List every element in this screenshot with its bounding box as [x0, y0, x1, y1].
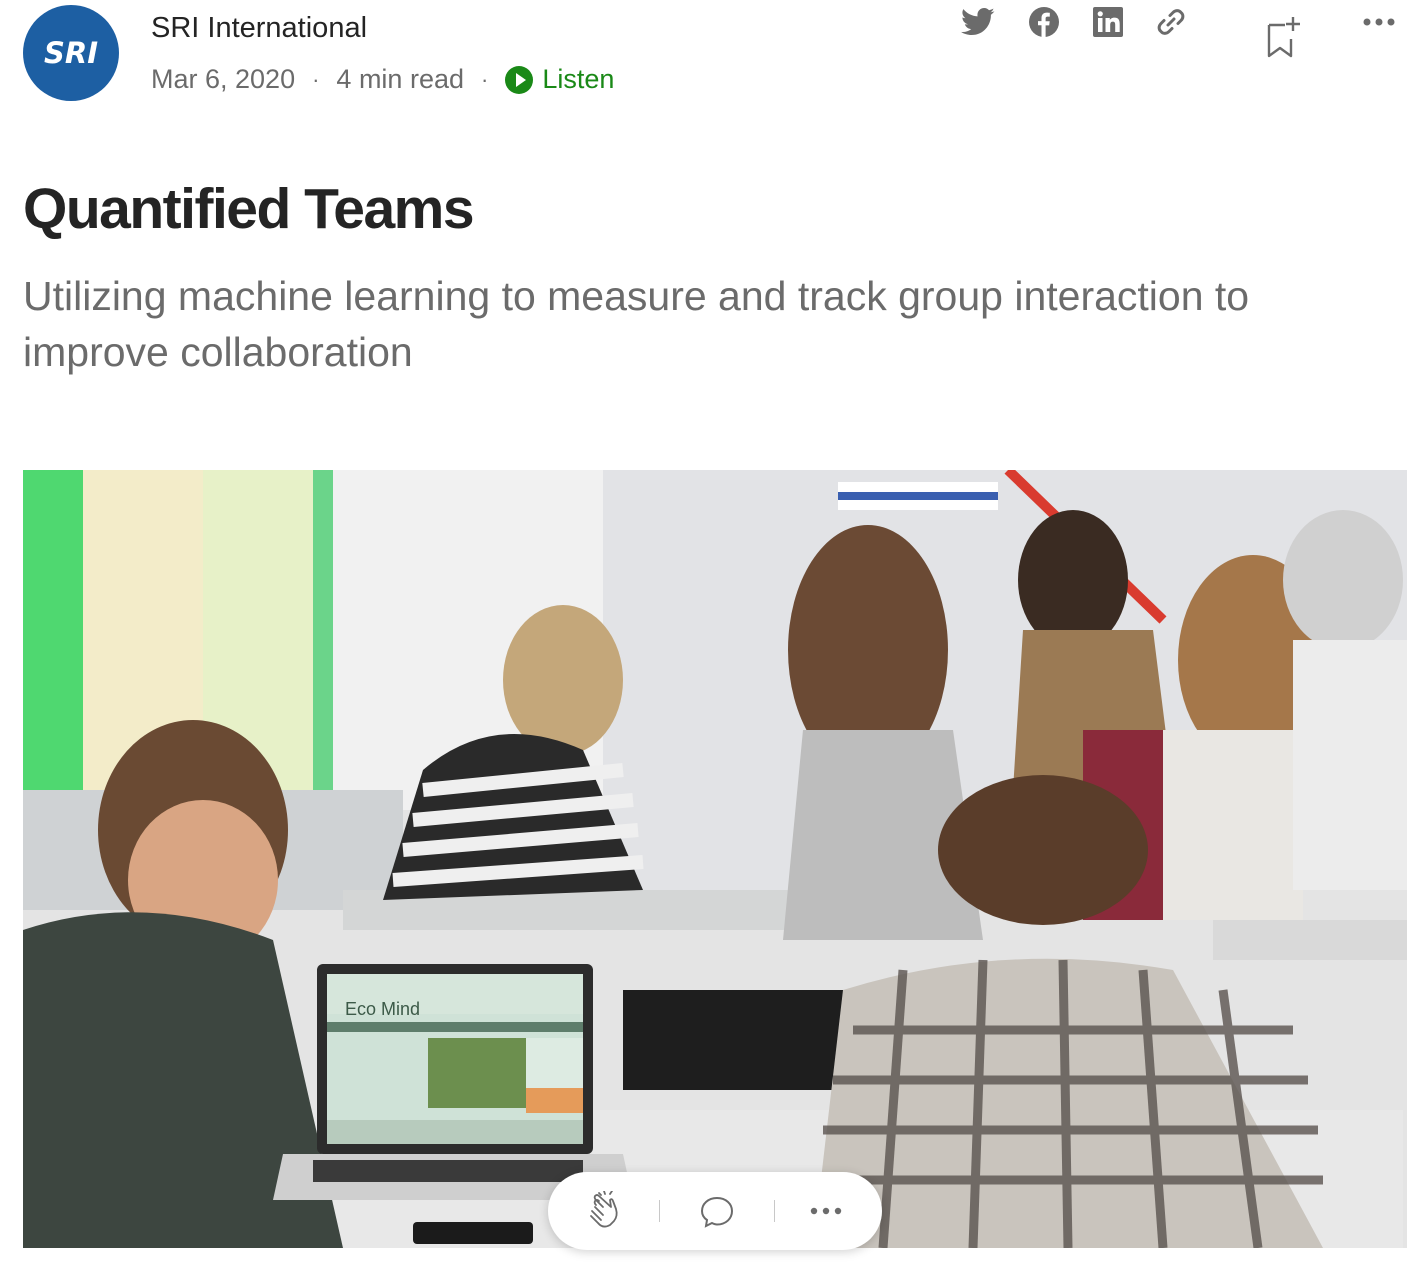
article-subtitle: Utilizing machine learning to measure an…: [23, 273, 1250, 375]
twitter-icon[interactable]: [958, 2, 998, 42]
laptop-brand-text: Eco Mind: [345, 999, 420, 1019]
publisher-name[interactable]: SRI International: [151, 12, 367, 45]
comment-icon[interactable]: [696, 1191, 738, 1233]
action-divider: [659, 1200, 660, 1222]
linkedin-icon[interactable]: [1088, 2, 1128, 42]
article-title: Quantified Teams: [23, 177, 475, 241]
read-time: 4 min read: [336, 64, 464, 94]
publish-date: Mar 6, 2020: [151, 64, 296, 94]
play-icon: [505, 65, 534, 94]
clap-icon[interactable]: [580, 1189, 626, 1235]
link-icon[interactable]: [1151, 2, 1191, 42]
article-meta: Mar 6, 2020 · 4 min read · Listen: [151, 64, 614, 95]
hero-image: Eco Mind: [23, 470, 1407, 1248]
meta-separator: ·: [481, 66, 489, 92]
publisher-avatar[interactable]: SRI: [23, 5, 119, 101]
more-icon[interactable]: [1359, 2, 1399, 42]
action-divider: [774, 1200, 775, 1222]
listen-label: Listen: [542, 64, 615, 94]
floating-action-bar: [548, 1172, 882, 1250]
more-icon[interactable]: [806, 1200, 846, 1222]
meta-separator: ·: [312, 66, 320, 92]
listen-button[interactable]: Listen: [505, 64, 614, 95]
facebook-icon[interactable]: [1024, 2, 1064, 42]
publisher-avatar-text: SRI: [43, 36, 98, 70]
bookmark-add-icon[interactable]: [1263, 17, 1303, 58]
